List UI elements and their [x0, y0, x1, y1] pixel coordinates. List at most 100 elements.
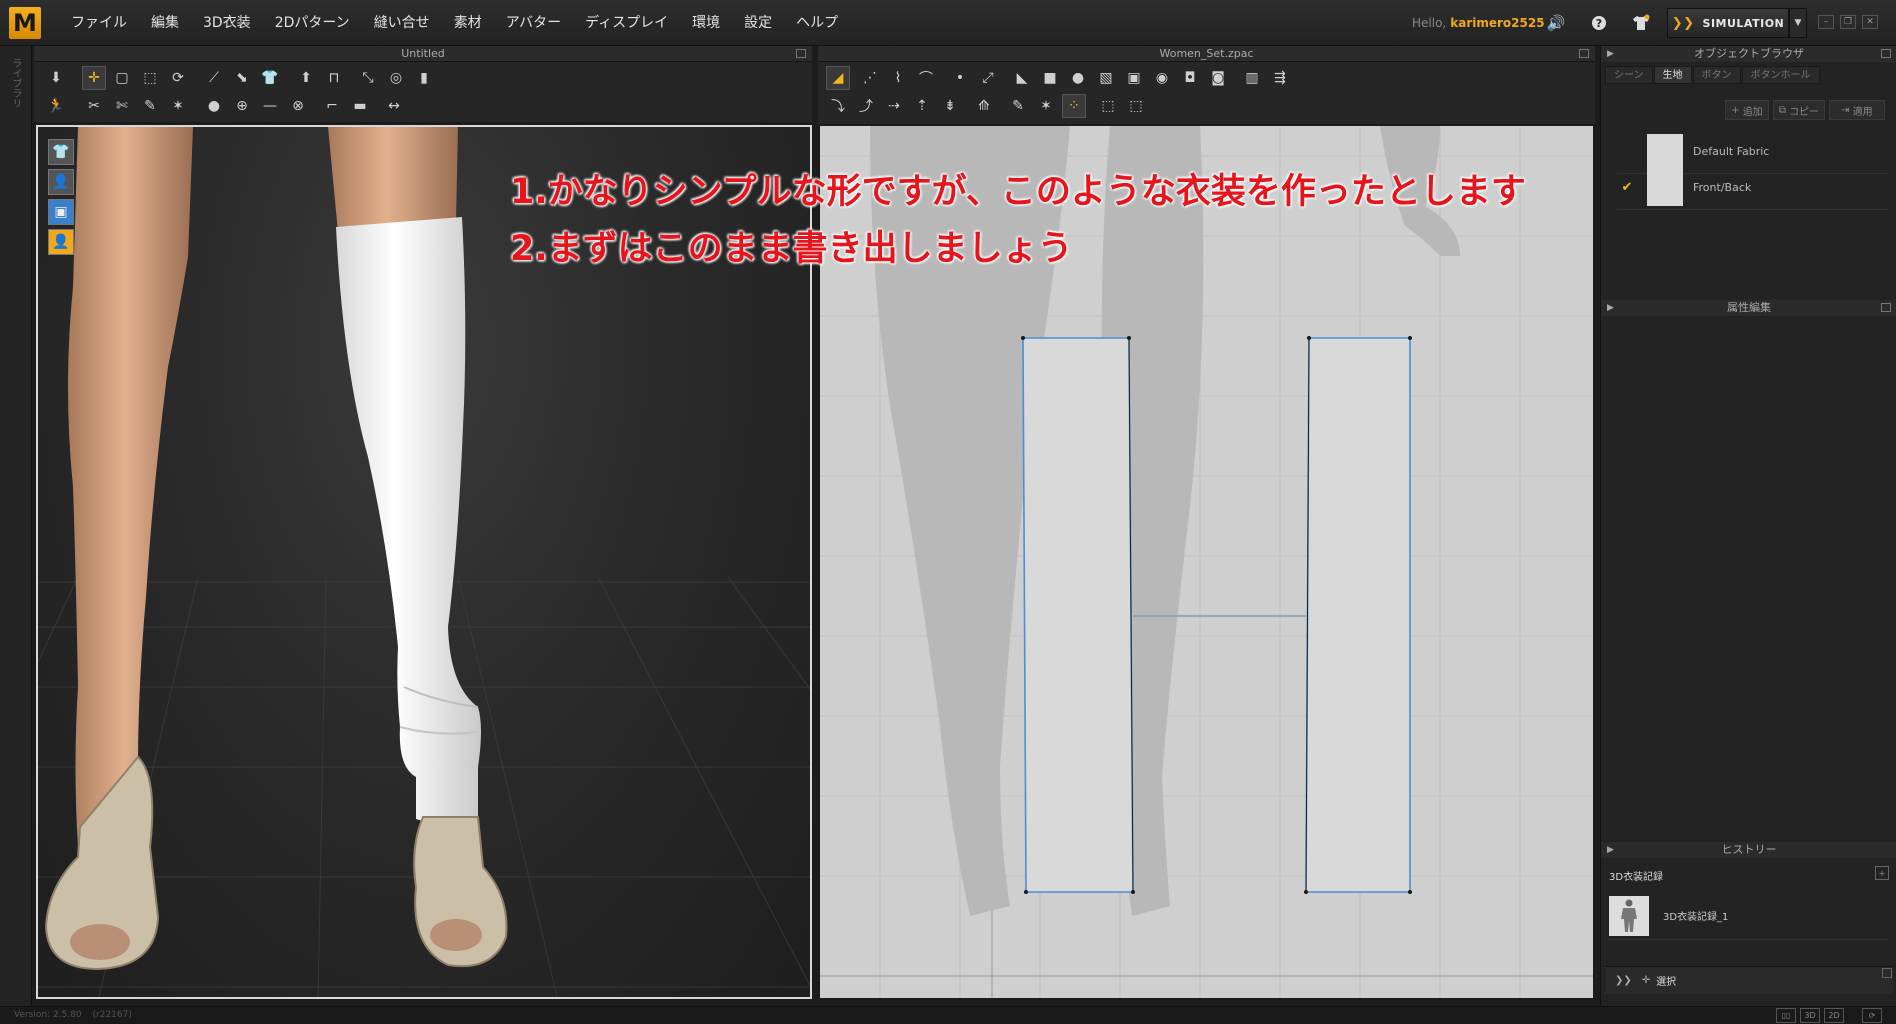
show-avatar-icon[interactable]: 👤 — [48, 169, 74, 195]
close-button[interactable]: ✕ — [1862, 15, 1878, 29]
restore-button[interactable]: ❐ — [1840, 15, 1856, 29]
property-editor-maximize-icon[interactable] — [1881, 303, 1891, 312]
menu-item-1[interactable]: 編集 — [139, 0, 191, 46]
gradient-icon[interactable]: ▥ — [1240, 66, 1264, 90]
speaker-icon[interactable]: 🔊 — [1545, 13, 1567, 33]
transform-pattern-icon[interactable]: ◢ — [826, 66, 850, 90]
add-point-icon[interactable]: • — [948, 66, 972, 90]
segment-sew-icon[interactable]: ⤵ — [826, 94, 850, 118]
fabric-row[interactable]: ✔ Front/Back — [1617, 166, 1889, 210]
tuck-2d-icon[interactable]: ✶ — [1034, 94, 1058, 118]
circle-icon[interactable]: ● — [1066, 66, 1090, 90]
avatar-pose-icon[interactable]: 🏃 — [44, 94, 68, 118]
apply-fabric-button[interactable]: ⇥ 適用 — [1829, 100, 1885, 120]
edit-curve-icon[interactable]: ⌇ — [886, 66, 910, 90]
polygon-icon[interactable]: ◣ — [1010, 66, 1034, 90]
strip-icon[interactable]: ▬ — [348, 94, 372, 118]
rectangle-icon[interactable]: ■ — [1038, 66, 1062, 90]
graphic-icon[interactable]: ⬚ — [1096, 94, 1120, 118]
button-tool-icon[interactable]: ● — [202, 94, 226, 118]
arrange-icon[interactable]: ⬆ — [294, 66, 318, 90]
tab-3[interactable]: ボタンホール — [1741, 66, 1820, 84]
history-item[interactable]: 3D衣装記録_1 — [1609, 892, 1889, 940]
avatar-skin-icon[interactable]: 👤 — [48, 229, 74, 255]
help-icon[interactable]: ? — [1588, 13, 1610, 33]
dart-icon[interactable]: ◘ — [1178, 66, 1202, 90]
pin-add-icon[interactable]: ✂ — [82, 94, 106, 118]
selection-bar[interactable]: ❯❯ ✛ 選択 — [1605, 966, 1893, 994]
free-sew-icon[interactable]: ⤴ — [854, 94, 878, 118]
view-3d-button[interactable]: 3D — [1800, 1008, 1820, 1023]
sew-tool-icon[interactable]: ✎ — [1006, 94, 1030, 118]
pants-tool-icon[interactable]: ⊓ — [322, 66, 346, 90]
tack-2d-icon[interactable]: ⟰ — [972, 94, 996, 118]
garment-icon[interactable] — [1630, 13, 1652, 33]
pin-tool-icon[interactable]: ⟋ — [202, 66, 226, 90]
collapse-arrow-icon[interactable]: ▶ — [1607, 300, 1614, 316]
show-garment-icon[interactable]: 👕 — [48, 139, 74, 165]
distance-icon[interactable]: ↔ — [382, 94, 406, 118]
check-sew-icon[interactable]: ⇟ — [938, 94, 962, 118]
rotate-icon[interactable]: ⟳ — [166, 66, 190, 90]
selection-maximize-icon[interactable] — [1882, 968, 1892, 978]
simulation-button[interactable]: ❯❯ SIMULATION — [1667, 8, 1789, 38]
box-select-icon[interactable]: ▢ — [110, 66, 134, 90]
menu-item-4[interactable]: 縫い合せ — [362, 0, 442, 46]
edit-length-icon[interactable]: ⤢ — [976, 66, 1000, 90]
tab-2[interactable]: ボタン — [1692, 66, 1741, 84]
shirt-tool-icon[interactable]: 👕 — [258, 66, 282, 90]
menu-item-8[interactable]: 環境 — [680, 0, 732, 46]
username[interactable]: karimero2525 — [1450, 16, 1544, 30]
minimize-button[interactable]: – — [1818, 15, 1834, 29]
ruler-icon[interactable]: ▮ — [412, 66, 436, 90]
tape-icon[interactable]: ◎ — [384, 66, 408, 90]
menu-item-10[interactable]: ヘルプ — [784, 0, 850, 46]
add-fabric-button[interactable]: + 追加 — [1725, 100, 1769, 120]
tuck-icon[interactable]: ✶ — [166, 94, 190, 118]
internal-circle-icon[interactable]: ◉ — [1150, 66, 1174, 90]
collapse-arrow-icon[interactable]: ▶ — [1607, 46, 1614, 62]
fold-arrange-icon[interactable]: ⇶ — [1268, 66, 1292, 90]
transform-icon[interactable]: ⬚ — [138, 66, 162, 90]
refresh-icon[interactable]: ⟳ — [1862, 1008, 1882, 1023]
collapse-arrow-icon[interactable]: ▶ — [1607, 842, 1614, 858]
tab-0[interactable]: シーン — [1605, 66, 1653, 84]
view-2d-button[interactable]: 2D — [1824, 1008, 1844, 1023]
pin-remove-icon[interactable]: ✄ — [110, 94, 134, 118]
copy-fabric-button[interactable]: ⧉ コピー — [1773, 100, 1825, 120]
fold-icon[interactable]: ⬊ — [230, 66, 254, 90]
trace-icon[interactable]: ◙ — [1206, 66, 1230, 90]
edit-sew-icon[interactable]: ⇢ — [882, 94, 906, 118]
tab-1[interactable]: 生地 — [1653, 66, 1692, 84]
menu-item-5[interactable]: 素材 — [442, 0, 494, 46]
menu-item-7[interactable]: ディスプレイ — [573, 0, 680, 46]
history-add-icon[interactable]: + — [1875, 866, 1889, 880]
multi-sew-icon[interactable]: ⇡ — [910, 94, 934, 118]
stitch-icon[interactable]: ⌐ — [320, 94, 344, 118]
zipper-icon[interactable]: ⊗ — [286, 94, 310, 118]
graphic-transform-icon[interactable]: ⬚ — [1124, 94, 1148, 118]
internal-polygon-icon[interactable]: ▧ — [1094, 66, 1118, 90]
texture-mode-icon[interactable]: ▣ — [48, 199, 74, 225]
simulation-dropdown-button[interactable]: ▼ — [1789, 8, 1807, 38]
buttonhole-tool-icon[interactable]: ⊕ — [230, 94, 254, 118]
maximize-3d-icon[interactable] — [796, 49, 806, 58]
menu-item-0[interactable]: ファイル — [59, 0, 139, 46]
curve-point-icon[interactable]: ⌒ — [914, 66, 938, 90]
tack-icon[interactable]: ✎ — [138, 94, 162, 118]
maximize-2d-icon[interactable] — [1579, 49, 1589, 58]
line-tool-icon[interactable]: — — [258, 94, 282, 118]
split-view-button[interactable]: ▯▯ — [1776, 1008, 1796, 1023]
menu-item-2[interactable]: 3D衣装 — [191, 0, 263, 46]
measure-icon[interactable]: ⤡ — [356, 66, 380, 90]
menu-item-9[interactable]: 設定 — [732, 0, 784, 46]
library-strip[interactable]: ライブラリ — [0, 46, 32, 1006]
edit-point-icon[interactable]: ⋰ — [858, 66, 882, 90]
internal-rect-icon[interactable]: ▣ — [1122, 66, 1146, 90]
select-move-icon[interactable]: ⬇ — [44, 66, 68, 90]
menu-item-3[interactable]: 2Dパターン — [263, 0, 362, 46]
menu-item-6[interactable]: アバター — [494, 0, 573, 46]
object-browser-maximize-icon[interactable] — [1881, 49, 1891, 58]
texture-edit-icon[interactable]: ⁘ — [1062, 94, 1086, 118]
select-mesh-icon[interactable]: ✛ — [82, 66, 106, 90]
